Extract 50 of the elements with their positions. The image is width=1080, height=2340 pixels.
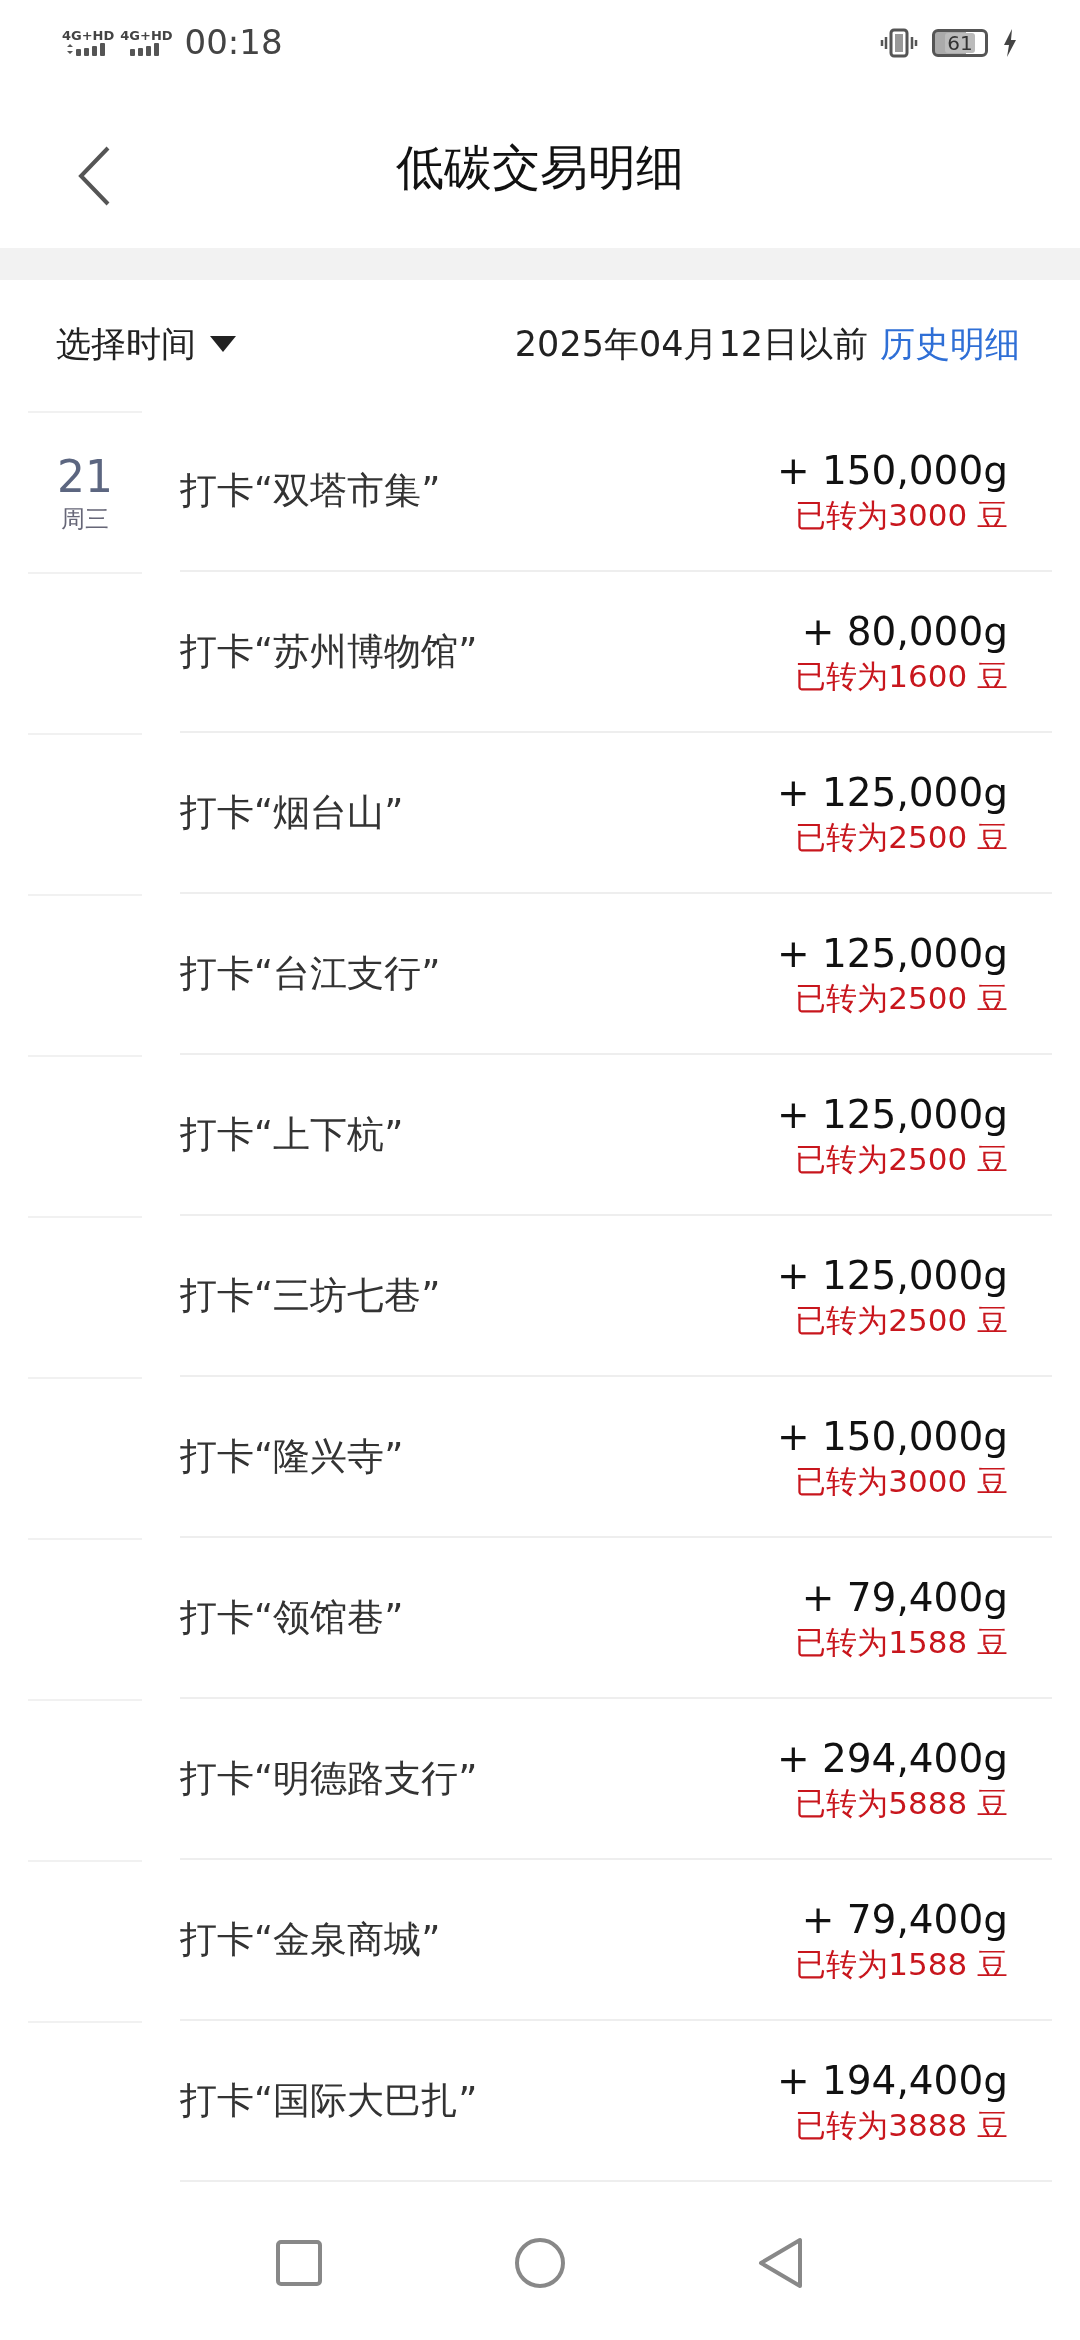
- recents-icon[interactable]: [276, 2240, 322, 2286]
- transaction-title: 打卡“隆兴寺”: [180, 1433, 404, 1480]
- back-icon[interactable]: [76, 145, 112, 207]
- transaction-title: 打卡“三坊七巷”: [180, 1272, 441, 1319]
- history-link[interactable]: 历史明细: [880, 317, 1020, 371]
- carbon-amount: + 150,000g: [776, 450, 1008, 490]
- back-icon[interactable]: [758, 2237, 804, 2289]
- clock-time: 00:18: [184, 21, 283, 64]
- transaction-title: 打卡“金泉商城”: [180, 1916, 441, 1963]
- converted-beans: 已转为2500 豆: [795, 982, 1008, 1014]
- charging-icon: [1002, 27, 1018, 58]
- carbon-amount: + 79,400g: [801, 1577, 1008, 1617]
- transaction-title: 打卡“明德路支行”: [180, 1755, 478, 1802]
- converted-beans: 已转为2500 豆: [795, 1143, 1008, 1175]
- converted-beans: 已转为3000 豆: [795, 499, 1008, 531]
- carbon-amount: + 125,000g: [776, 1255, 1008, 1295]
- converted-beans: 已转为1588 豆: [795, 1948, 1008, 1980]
- converted-beans: 已转为3000 豆: [795, 1465, 1008, 1497]
- converted-beans: 已转为2500 豆: [795, 821, 1008, 853]
- transaction-title: 打卡“烟台山”: [180, 789, 404, 836]
- carbon-amount: + 80,000g: [801, 611, 1008, 651]
- network-label: 4G+HD: [62, 29, 115, 42]
- battery-indicator: 61: [932, 28, 988, 57]
- carbon-amount: + 79,400g: [801, 1899, 1008, 1939]
- converted-beans: 已转为2500 豆: [795, 1304, 1008, 1336]
- network-label: 4G+HD: [120, 29, 173, 42]
- page-title: 低碳交易明细: [396, 137, 684, 197]
- time-filter-dropdown[interactable]: 选择时间: [56, 317, 238, 371]
- transaction-title: 打卡“双塔市集”: [180, 467, 441, 514]
- converted-beans: 已转为1600 豆: [795, 660, 1008, 692]
- transaction-title: 打卡“国际大巴扎”: [180, 2077, 478, 2124]
- day-number: 21: [57, 454, 113, 499]
- carbon-amount: + 150,000g: [776, 1416, 1008, 1456]
- caret-icon: [208, 334, 238, 354]
- transaction-title: 打卡“台江支行”: [180, 950, 441, 997]
- vibrate-icon: [880, 27, 918, 58]
- date-range-text: 2025年04月12日以前: [514, 322, 868, 366]
- converted-beans: 已转为1588 豆: [795, 1626, 1008, 1658]
- carbon-amount: + 125,000g: [776, 772, 1008, 812]
- weekday-label: 周三: [61, 506, 109, 531]
- converted-beans: 已转为5888 豆: [795, 1787, 1008, 1819]
- converted-beans: 已转为3888 豆: [795, 2109, 1008, 2141]
- carbon-amount: + 125,000g: [776, 1094, 1008, 1134]
- carbon-amount: + 194,400g: [776, 2060, 1008, 2100]
- transaction-title: 打卡“领馆巷”: [180, 1594, 404, 1641]
- home-icon[interactable]: [514, 2237, 566, 2289]
- transaction-title: 打卡“上下杭”: [180, 1111, 404, 1158]
- carbon-amount: + 294,400g: [776, 1738, 1008, 1778]
- transaction-title: 打卡“苏州博物馆”: [180, 628, 478, 675]
- carbon-amount: + 125,000g: [776, 933, 1008, 973]
